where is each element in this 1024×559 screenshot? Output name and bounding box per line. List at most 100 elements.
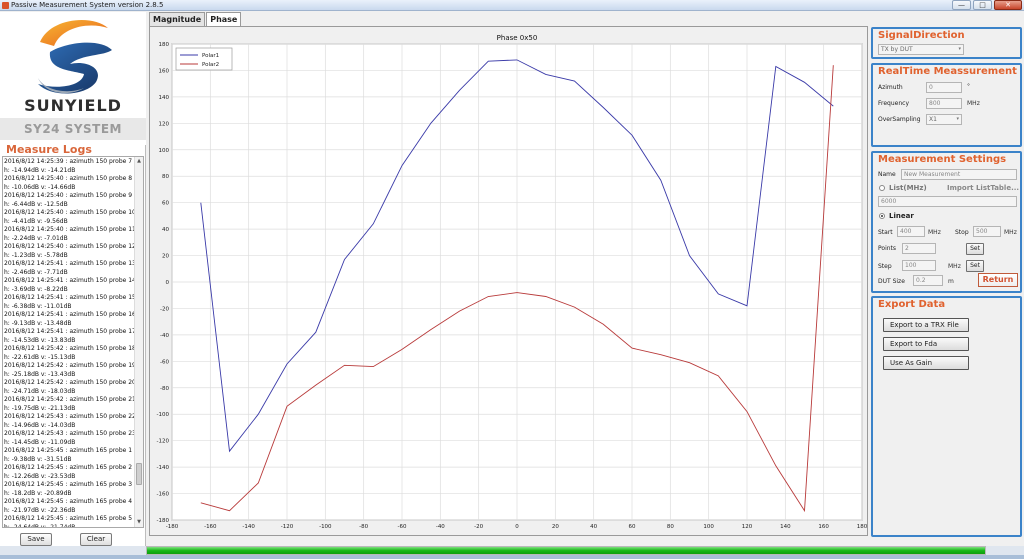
- log-line: h: -14.53dB v: -13.83dB: [4, 336, 76, 344]
- oversampling-select[interactable]: X1 ▾: [926, 114, 962, 125]
- log-line: 2016/8/12 14:25:41 : azimuth 150 probe 1…: [4, 260, 135, 267]
- legend-label: Polar2: [202, 62, 219, 68]
- y-tick-label: -60: [160, 359, 169, 365]
- dut-size-unit: m: [948, 278, 954, 285]
- step-field[interactable]: 100: [902, 260, 936, 271]
- stop-unit: MHz: [1004, 229, 1017, 236]
- y-tick-label: -40: [160, 333, 169, 339]
- log-line: 2016/8/12 14:25:40 : azimuth 150 probe 8: [4, 175, 133, 182]
- log-line: h: -1.23dB v: -5.78dB: [4, 251, 68, 259]
- logs-scrollbar[interactable]: ▲ ▼: [134, 157, 143, 527]
- oversampling-label: OverSampling: [878, 116, 921, 123]
- stop-field[interactable]: 500: [973, 226, 1001, 237]
- y-tick-label: -80: [160, 386, 169, 392]
- stop-label: Stop: [955, 229, 969, 236]
- y-tick-label: 120: [159, 121, 170, 127]
- start-field[interactable]: 400: [897, 226, 925, 237]
- signal-direction-value: TX by DUT: [881, 46, 913, 53]
- log-line: 2016/8/12 14:25:45 : azimuth 165 probe 2: [4, 464, 133, 471]
- brand-name: SUNYIELD: [24, 96, 122, 115]
- clear-button[interactable]: Clear: [80, 533, 112, 546]
- phase-chart-panel: -180 -160 -140 -120 -100 -80 -60 -40 -20 0 20 40 60 8…: [149, 26, 868, 536]
- x-tick-label: 160: [818, 524, 829, 530]
- y-tick-label: -140: [157, 465, 170, 471]
- points-label: Points: [878, 245, 897, 252]
- step-set-button[interactable]: Set: [966, 260, 984, 272]
- sunyield-logo-icon: [38, 19, 112, 94]
- close-button[interactable]: ✕: [994, 0, 1022, 10]
- start-unit: MHz: [928, 229, 941, 236]
- linear-radio[interactable]: [879, 213, 885, 219]
- measurement-progress-bar: [146, 546, 986, 555]
- log-line: 2016/8/12 14:25:45 : azimuth 165 probe 4: [4, 498, 133, 505]
- azimuth-field[interactable]: 0: [926, 82, 962, 93]
- settings-title: Measurement Settings: [878, 154, 1007, 165]
- system-name: SY24 SYSTEM: [0, 118, 146, 140]
- x-tick-label: 80: [667, 524, 674, 530]
- brand-logo: SUNYIELD SY24 SYSTEM: [0, 12, 146, 145]
- logs-list: 2016/8/12 14:25:39 : azimuth 150 probe 7…: [4, 158, 135, 528]
- log-line: 2016/8/12 14:25:40 : azimuth 150 probe 1…: [4, 209, 135, 216]
- log-line: 2016/8/12 14:25:43 : azimuth 150 probe 2…: [4, 430, 135, 437]
- minimize-button[interactable]: —: [952, 0, 971, 10]
- log-line: h: -14.96dB v: -14.03dB: [4, 421, 76, 429]
- tab-magnitude[interactable]: Magnitude: [149, 12, 206, 26]
- maximize-button[interactable]: □: [973, 0, 992, 10]
- dut-size-field[interactable]: 0.2: [913, 275, 943, 286]
- name-field[interactable]: New Measurement: [901, 169, 1017, 180]
- x-tick-label: -60: [398, 524, 407, 530]
- export-trx-button[interactable]: Export to a TRX File: [883, 318, 969, 332]
- points-field[interactable]: 2: [902, 243, 936, 254]
- export-data-group: Export Data Export to a TRX File Export …: [871, 296, 1022, 537]
- linear-label: Linear: [889, 212, 914, 220]
- log-line: h: -9.38dB v: -31.51dB: [4, 455, 72, 463]
- x-tick-label: 0: [515, 524, 519, 530]
- signal-direction-select[interactable]: TX by DUT ▾: [878, 44, 964, 55]
- y-tick-label: 0: [166, 280, 170, 286]
- log-line: h: -24.64dB v: -21.74dB: [4, 523, 76, 528]
- log-line: 2016/8/12 14:25:45 : azimuth 165 probe 3: [4, 481, 133, 488]
- log-line: h: -14.94dB v: -14.21dB: [4, 166, 76, 174]
- y-tick-label: 180: [159, 42, 170, 48]
- import-listtable-button[interactable]: Import ListTable...: [947, 184, 1019, 192]
- taskbar-strip: [0, 555, 1024, 559]
- log-line: h: -21.97dB v: -22.36dB: [4, 506, 76, 514]
- log-line: h: -19.75dB v: -21.13dB: [4, 404, 76, 412]
- taskbar: [0, 546, 1024, 559]
- use-as-gain-button[interactable]: Use As Gain: [883, 356, 969, 370]
- tab-phase[interactable]: Phase: [206, 12, 242, 27]
- y-tick-label: -20: [160, 306, 169, 312]
- y-tick-label: 140: [159, 95, 170, 101]
- log-line: 2016/8/12 14:25:39 : azimuth 150 probe 7: [4, 158, 133, 165]
- log-line: 2016/8/12 14:25:45 : azimuth 165 probe 1: [4, 447, 133, 454]
- points-set-button[interactable]: Set: [966, 243, 984, 255]
- return-button[interactable]: Return: [978, 273, 1018, 287]
- step-label: Step: [878, 263, 892, 270]
- list-label: List(MHz): [889, 184, 927, 192]
- log-line: 2016/8/12 14:25:42 : azimuth 150 probe 1…: [4, 345, 135, 352]
- scroll-thumb[interactable]: [136, 463, 142, 485]
- logs-listbox[interactable]: 2016/8/12 14:25:39 : azimuth 150 probe 7…: [2, 156, 144, 528]
- log-line: h: -6.44dB v: -12.5dB: [4, 200, 68, 208]
- export-fda-button[interactable]: Export to Fda: [883, 337, 969, 351]
- save-button[interactable]: Save: [20, 533, 52, 546]
- x-tick-label: -160: [204, 524, 217, 530]
- log-line: 2016/8/12 14:25:40 : azimuth 150 probe 1…: [4, 226, 135, 233]
- legend-label: Polar1: [202, 53, 219, 59]
- start-label: Start: [878, 229, 893, 236]
- app-icon: [2, 2, 9, 9]
- list-field[interactable]: 6000: [878, 196, 1017, 207]
- list-radio[interactable]: [879, 185, 885, 191]
- measurement-settings-group: Measurement Settings Name New Measuremen…: [871, 151, 1022, 293]
- y-tick-label: -120: [157, 439, 170, 445]
- frequency-unit: MHz: [967, 100, 980, 107]
- y-tick-label: 80: [162, 174, 169, 180]
- log-line: h: -22.61dB v: -15.13dB: [4, 353, 76, 361]
- scroll-up-icon[interactable]: ▲: [135, 157, 143, 166]
- frequency-field[interactable]: 800: [926, 98, 962, 109]
- window-title: Passive Measurement System version 2.8.5: [11, 1, 164, 9]
- logs-title: Measure Logs: [6, 143, 92, 156]
- scroll-down-icon[interactable]: ▼: [135, 518, 143, 527]
- log-line: h: -10.06dB v: -14.66dB: [4, 183, 76, 191]
- log-line: 2016/8/12 14:25:40 : azimuth 150 probe 1…: [4, 243, 135, 250]
